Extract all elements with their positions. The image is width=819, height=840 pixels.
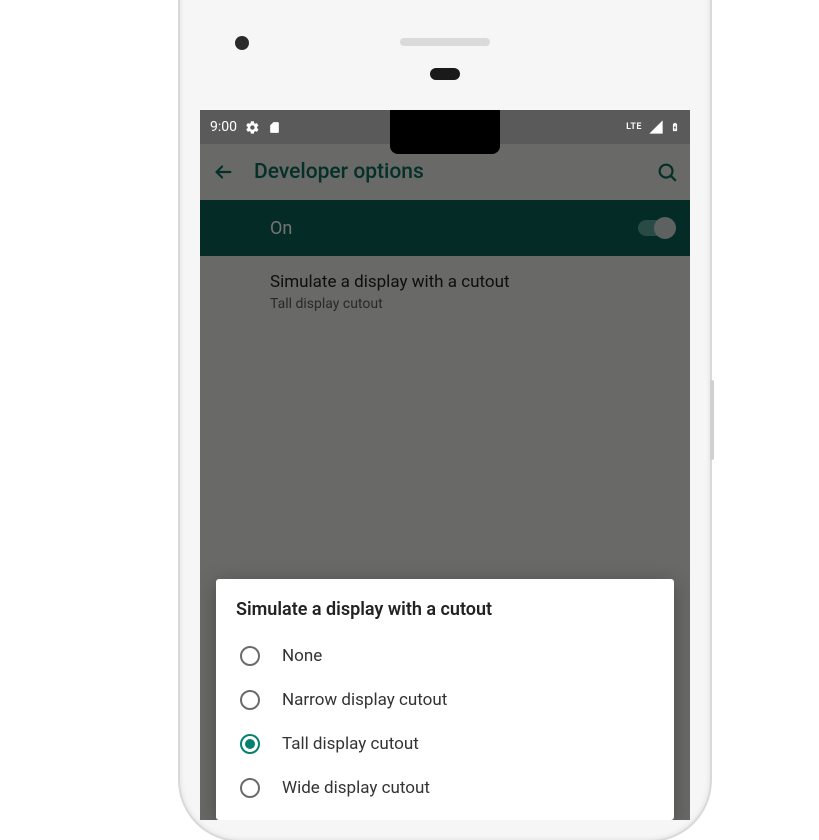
- radio-option-wide[interactable]: Wide display cutout: [236, 766, 654, 810]
- radio-option-tall[interactable]: Tall display cutout: [236, 722, 654, 766]
- page-title: Developer options: [254, 160, 636, 184]
- cutout-setting-title: Simulate a display with a cutout: [270, 272, 674, 292]
- radio-icon: [240, 690, 260, 710]
- cutout-setting-subtitle: Tall display cutout: [270, 296, 674, 312]
- radio-icon: [240, 646, 260, 666]
- lte-label: LTE: [626, 122, 642, 132]
- master-toggle-label: On: [270, 218, 292, 239]
- radio-label: Narrow display cutout: [282, 690, 447, 710]
- dialog-title: Simulate a display with a cutout: [236, 599, 654, 620]
- settings-icon: [245, 120, 260, 135]
- signal-icon: [648, 119, 664, 135]
- cutout-setting-item[interactable]: Simulate a display with a cutout Tall di…: [200, 256, 690, 328]
- screen: 9:00 LTE Develo: [200, 110, 690, 820]
- front-camera: [235, 36, 249, 50]
- display-cutout-notch: [390, 110, 500, 154]
- power-button[interactable]: [710, 380, 714, 460]
- radio-label: None: [282, 646, 322, 666]
- search-icon[interactable]: [656, 161, 678, 183]
- radio-label: Tall display cutout: [282, 734, 419, 754]
- master-toggle-row[interactable]: On: [200, 200, 690, 256]
- master-toggle-switch[interactable]: [638, 220, 674, 236]
- battery-icon: [670, 119, 680, 135]
- radio-icon-selected: [240, 734, 260, 754]
- earpiece-speaker: [400, 38, 490, 46]
- cutout-dialog: Simulate a display with a cutout None Na…: [216, 579, 674, 820]
- radio-label: Wide display cutout: [282, 778, 430, 798]
- radio-icon: [240, 778, 260, 798]
- radio-option-none[interactable]: None: [236, 634, 654, 678]
- phone-frame: 9:00 LTE Develo: [180, 0, 710, 840]
- status-time: 9:00: [210, 119, 237, 135]
- back-icon[interactable]: [212, 161, 234, 183]
- sensor-pill: [430, 68, 460, 80]
- sd-card-icon: [268, 120, 281, 135]
- radio-option-narrow[interactable]: Narrow display cutout: [236, 678, 654, 722]
